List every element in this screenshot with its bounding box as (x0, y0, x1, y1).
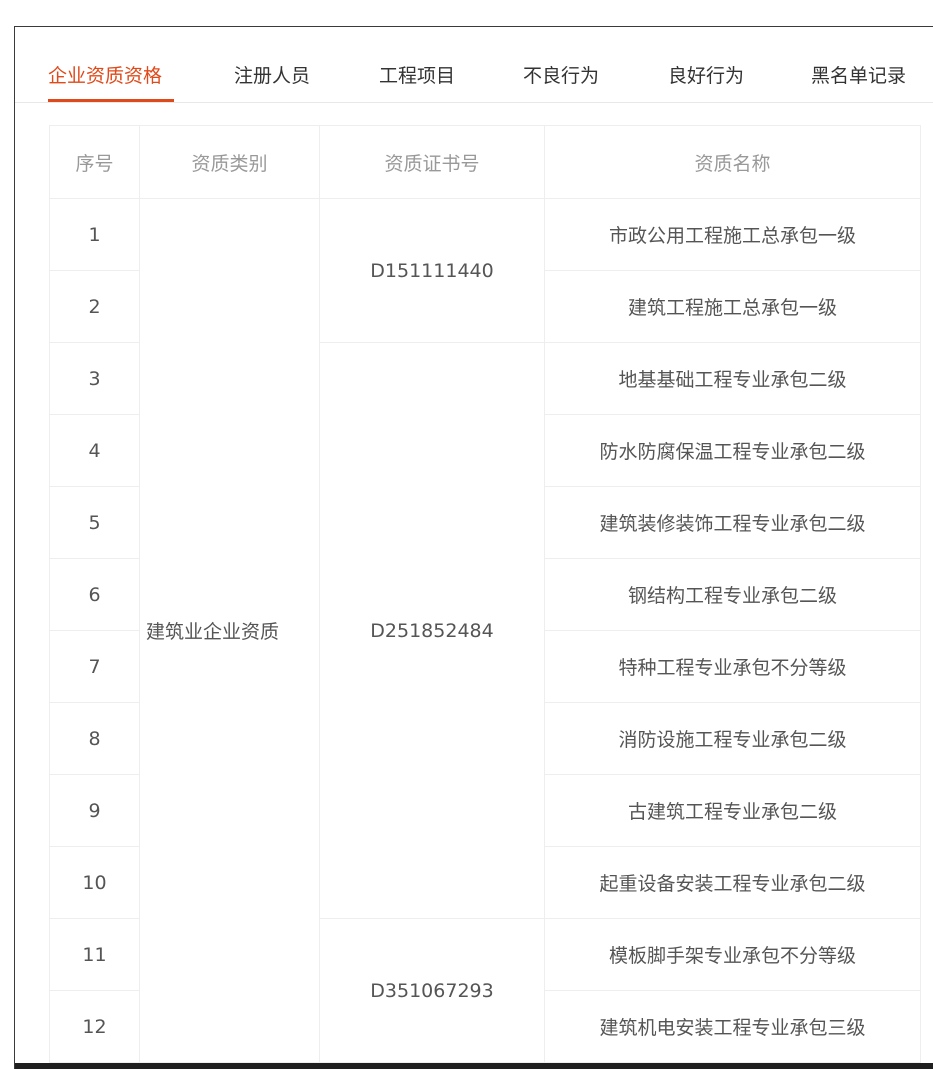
bottom-edge-bar (15, 1063, 933, 1069)
qualification-name: 建筑装修装饰工程专业承包二级 (544, 486, 921, 559)
row-number: 2 (49, 270, 140, 343)
row-number: 10 (49, 846, 140, 919)
qualification-table: 序号 资质类别 资质证书号 资质名称 1 建筑业企业资质 D151111440 … (49, 125, 921, 1063)
row-number: 4 (49, 414, 140, 487)
tab-registered-personnel[interactable]: 注册人员 (234, 61, 310, 88)
qualification-name: 市政公用工程施工总承包一级 (544, 198, 921, 271)
qualification-name: 钢结构工程专业承包二级 (544, 558, 921, 631)
row-number: 8 (49, 702, 140, 775)
row-number: 6 (49, 558, 140, 631)
tab-enterprise-qualification[interactable]: 企业资质资格 (48, 61, 162, 88)
qualification-name: 古建筑工程专业承包二级 (544, 774, 921, 847)
row-number: 5 (49, 486, 140, 559)
column-header-no: 序号 (49, 125, 140, 199)
qualification-name: 建筑工程施工总承包一级 (544, 270, 921, 343)
qualification-name: 建筑机电安装工程专业承包三级 (544, 990, 921, 1063)
qualification-name: 地基基础工程专业承包二级 (544, 342, 921, 415)
row-number: 1 (49, 198, 140, 271)
certificate-number-cell: D251852484 (319, 342, 545, 919)
table-header-row: 序号 资质类别 资质证书号 资质名称 (49, 125, 921, 199)
tab-good-behavior[interactable]: 良好行为 (668, 61, 744, 88)
column-header-qualification-name: 资质名称 (544, 125, 921, 199)
qualification-name: 起重设备安装工程专业承包二级 (544, 846, 921, 919)
row-number: 9 (49, 774, 140, 847)
qualification-name: 消防设施工程专业承包二级 (544, 702, 921, 775)
column-header-certificate-no: 资质证书号 (319, 125, 545, 199)
row-number: 12 (49, 990, 140, 1063)
qualification-name: 模板脚手架专业承包不分等级 (544, 918, 921, 991)
tab-blacklist-records[interactable]: 黑名单记录 (811, 61, 906, 88)
table-row: 1 建筑业企业资质 D151111440 市政公用工程施工总承包一级 (49, 198, 921, 1063)
tab-engineering-projects[interactable]: 工程项目 (379, 61, 455, 88)
column-header-category: 资质类别 (139, 125, 320, 199)
certificate-number-cell: D351067293 (319, 918, 545, 1063)
qualification-category-cell: 建筑业企业资质 (139, 198, 320, 1063)
tab-bad-behavior[interactable]: 不良行为 (523, 61, 599, 88)
tab-bar: 企业资质资格 注册人员 工程项目 不良行为 良好行为 黑名单记录 (15, 27, 933, 103)
row-number: 11 (49, 918, 140, 991)
qualification-name: 特种工程专业承包不分等级 (544, 630, 921, 703)
row-number: 3 (49, 342, 140, 415)
row-number: 7 (49, 630, 140, 703)
qualification-name: 防水防腐保温工程专业承包二级 (544, 414, 921, 487)
certificate-number-cell: D151111440 (319, 198, 545, 343)
active-tab-indicator (48, 99, 174, 102)
content-frame: 企业资质资格 注册人员 工程项目 不良行为 良好行为 黑名单记录 序号 资质类别… (14, 26, 933, 1069)
